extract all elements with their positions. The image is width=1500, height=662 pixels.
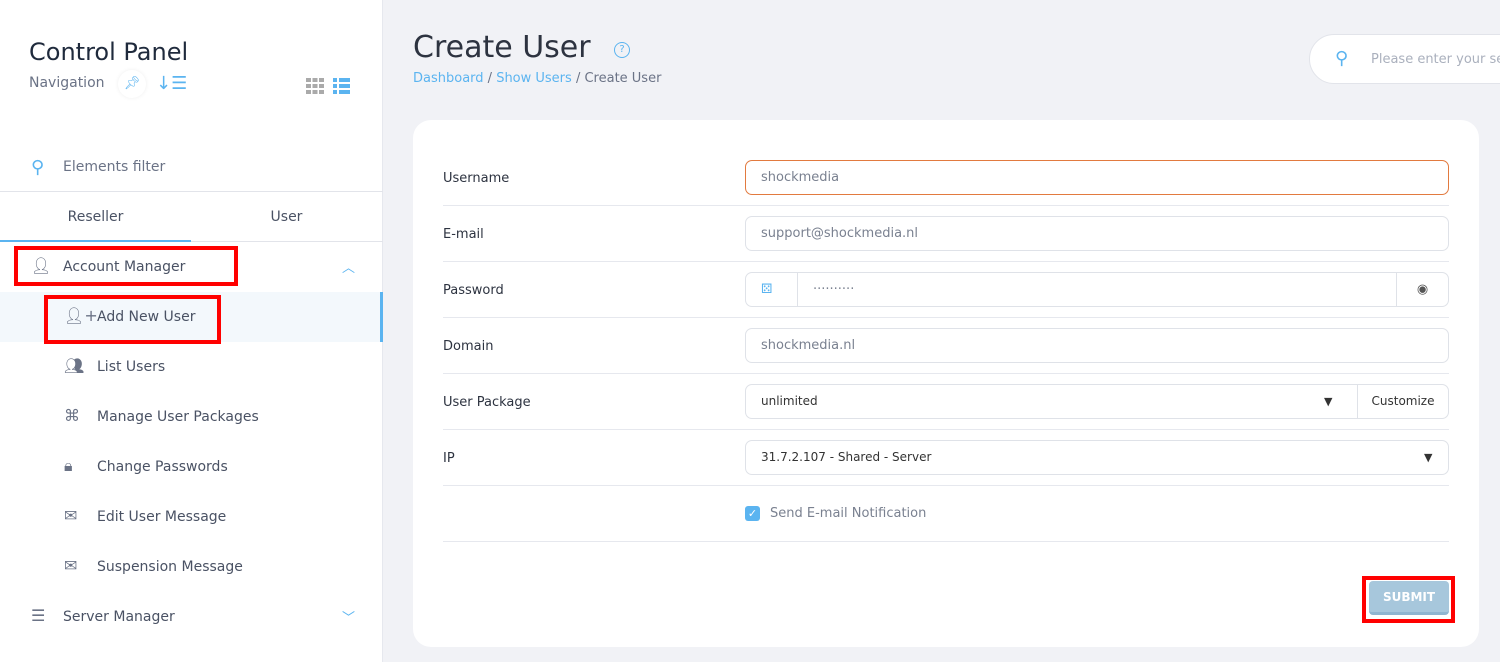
notify-label: Send E-mail Notification [770, 506, 927, 521]
search-icon: ⚲ [31, 157, 45, 178]
customize-button[interactable]: Customize [1357, 385, 1448, 418]
highlight-box [14, 246, 238, 286]
create-user-form: Username shockmedia E-mail support@shockme… [413, 120, 1479, 647]
label: Suspension Message [97, 559, 243, 575]
navigation-label: Navigation [29, 75, 105, 91]
pin-icon[interactable]: 📌︎ [118, 70, 146, 98]
sidebar: Control Panel Navigation 📌︎ ↓☰ ⚲ Element… [0, 0, 383, 662]
help-icon[interactable]: ? [614, 42, 630, 58]
ip-value: 31.7.2.107 - Shared - Server [761, 450, 932, 464]
sidebar-item-manage-user-packages[interactable]: ⌘ Manage User Packages [0, 392, 383, 442]
email-label: E-mail [443, 227, 484, 242]
label: Manage User Packages [97, 409, 259, 425]
label: Server Manager [63, 609, 175, 625]
package-group: unlimited ▼ Customize [745, 384, 1449, 419]
highlight-box [44, 295, 221, 344]
password-field[interactable]: ·········· [797, 273, 1397, 306]
package-label: User Package [443, 395, 531, 410]
server-icon: ☰ [31, 606, 46, 625]
password-label: Password [443, 283, 504, 298]
sidebar-title: Control Panel [29, 38, 189, 66]
sort-list-icon[interactable]: ↓☰ [156, 73, 187, 94]
domain-field[interactable]: shockmedia.nl [745, 328, 1449, 363]
envelope-icon: ✉ [64, 556, 78, 575]
domain-label: Domain [443, 339, 494, 354]
tab-reseller[interactable]: Reseller [0, 193, 191, 242]
label: Change Passwords [97, 459, 228, 475]
search-icon: ⚲ [1335, 48, 1349, 69]
envelope-icon: ✉ [64, 506, 78, 525]
email-field[interactable]: support@shockmedia.nl [745, 216, 1449, 251]
caret-down-icon[interactable]: ▼ [1324, 385, 1332, 418]
highlight-box [1362, 576, 1455, 623]
eye-icon[interactable]: ◉ [1396, 273, 1448, 306]
users-icon: 👥︎ [64, 356, 85, 375]
breadcrumb: Dashboard / Show Users / Create User [413, 71, 662, 86]
tab-user[interactable]: User [191, 193, 382, 242]
ip-label: IP [443, 451, 455, 466]
lock-icon: 🔒︎ [64, 456, 73, 475]
label: Edit User Message [97, 509, 227, 525]
sidebar-item-change-passwords[interactable]: 🔒︎ Change Passwords [0, 442, 383, 492]
caret-down-icon: ▼ [1424, 451, 1433, 464]
password-group: ⚄ ·········· ◉ [745, 272, 1449, 307]
username-field[interactable]: shockmedia [745, 160, 1449, 195]
breadcrumb-show-users[interactable]: Show Users [496, 71, 572, 86]
label: List Users [97, 359, 166, 375]
username-label: Username [443, 171, 510, 186]
package-select[interactable]: unlimited [761, 385, 818, 418]
chevron-up-icon: ︿ [341, 261, 355, 276]
notify-checkbox[interactable]: ✓ [745, 506, 760, 521]
breadcrumb-current: Create User [584, 71, 662, 86]
page-title: Create User [413, 30, 591, 65]
chevron-down-icon: ﹀ [341, 611, 355, 626]
elements-filter[interactable]: ⚲ Elements filter [0, 145, 383, 192]
grid-view-icon[interactable] [306, 78, 324, 94]
sidebar-item-edit-user-message[interactable]: ✉ Edit User Message [0, 492, 383, 542]
sidebar-item-list-users[interactable]: 👥︎ List Users [0, 342, 383, 392]
search-placeholder: Please enter your search [1371, 52, 1500, 67]
filter-placeholder: Elements filter [63, 159, 166, 175]
sidebar-item-suspension-message[interactable]: ✉ Suspension Message [0, 542, 383, 592]
packages-icon: ⌘ [64, 406, 80, 425]
sidebar-item-server-manager[interactable]: ☰ Server Manager ﹀ [0, 592, 383, 642]
generate-password-icon[interactable]: ⚄ [761, 273, 772, 306]
list-view-icon[interactable] [333, 78, 350, 94]
search-input[interactable]: ⚲ Please enter your search [1309, 34, 1500, 84]
ip-select[interactable]: 31.7.2.107 - Shared - Server ▼ [745, 440, 1449, 475]
breadcrumb-dashboard[interactable]: Dashboard [413, 71, 484, 86]
